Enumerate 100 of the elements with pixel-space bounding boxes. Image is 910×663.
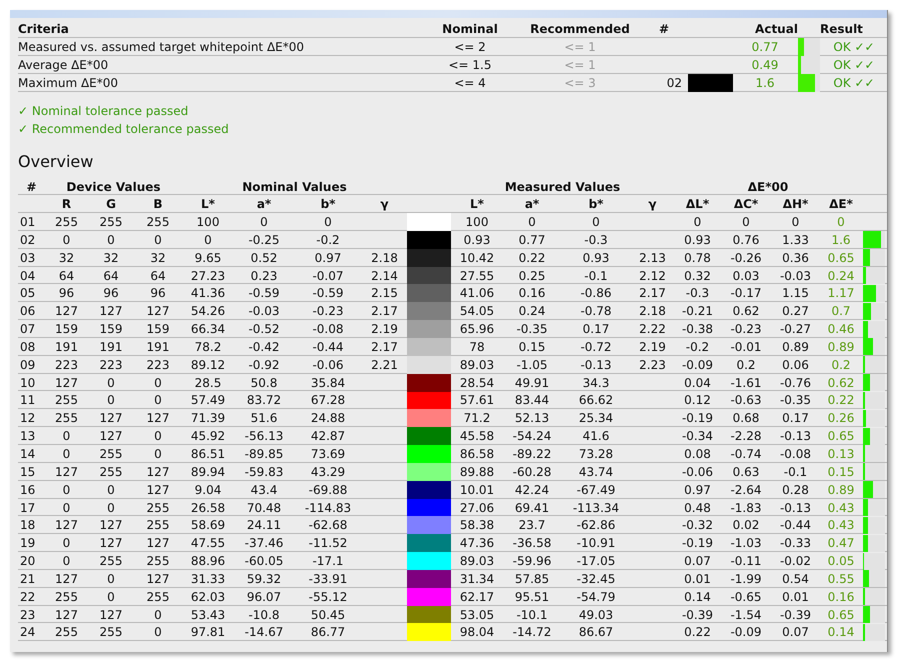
table-cell-text: 2.18 (638, 303, 667, 320)
table-cell-text: -0.03 (247, 303, 281, 320)
table-cell-text: 52.13 (514, 410, 550, 428)
status-note: ✓ Recommended tolerance passed (18, 121, 230, 136)
table-cell-text: -36.58 (512, 535, 552, 552)
table-cell-text: 2.23 (638, 356, 667, 374)
table-cell-text: 2.19 (638, 338, 667, 356)
table-cell-text: 127 (146, 303, 170, 320)
table-cell-text: 89.12 (190, 356, 226, 374)
table-cell-text: 42.24 (514, 482, 550, 499)
table-cell-text: -0.23 (729, 321, 763, 338)
table-cell-text: 23 (19, 606, 36, 624)
table-cell-text: -0.59 (311, 285, 345, 302)
table-cell-text: -1.61 (729, 374, 763, 392)
table-cell-text: 0.15 (826, 464, 856, 481)
table-cell-text: -0.32 (680, 517, 714, 534)
table-cell-text: -0.1 (583, 268, 609, 285)
table-cell-text: 13 (19, 428, 36, 446)
table-cell-text: -0.2 (684, 338, 710, 356)
table-cell-text: -32.45 (576, 570, 616, 588)
table-cell-text: -0.63 (729, 392, 763, 410)
table-cell-text: 255 (54, 214, 79, 231)
table-cell-text: 09 (19, 356, 36, 374)
table-cell-text: 0 (62, 500, 72, 516)
table-cell-text: 05 (19, 285, 36, 302)
table-cell-text: 191 (146, 338, 170, 356)
table-cell-text: 127 (54, 374, 79, 392)
actual-value: 0.77 (750, 39, 780, 56)
table-cell-text: 41.06 (458, 285, 496, 302)
table-cell-text: 159 (98, 321, 124, 338)
table-cell-text: 78.2 (194, 338, 222, 356)
table-cell-text: 127 (146, 410, 170, 428)
table-cell-text: 57.85 (514, 570, 550, 588)
table-cell-text: 1.6 (830, 232, 852, 249)
table-cell-text: 0.97 (314, 250, 342, 267)
table-cell-text: -0.39 (778, 606, 812, 624)
table-cell-text: 86.67 (578, 624, 614, 642)
table-cell-text: 42.87 (310, 428, 346, 446)
table-cell-text: 19 (19, 535, 36, 552)
table-cell-text: -0.59 (247, 285, 281, 302)
table-cell-text: 49.91 (514, 374, 550, 392)
table-cell-text: 0.43 (826, 500, 856, 516)
table-cell-text: -59.83 (244, 464, 284, 481)
table-cell-text: -54.79 (576, 588, 616, 606)
column-header: Nominal (441, 21, 499, 38)
table-cell-text: -60.28 (512, 464, 552, 481)
recommended-value: <= 1 (563, 39, 597, 56)
table-cell-text: 0.14 (826, 624, 856, 642)
table-cell-text: 24.88 (310, 410, 346, 428)
table-cell-text: 0 (591, 214, 601, 231)
table-cell-text: 2.19 (370, 321, 399, 338)
table-cell-text: 88.96 (190, 553, 226, 570)
table-cell-text: -0.33 (778, 535, 812, 552)
table-cell-text: -0.13 (778, 500, 812, 516)
table-cell-text: 97.81 (190, 624, 226, 642)
column-header: γ (379, 196, 390, 213)
table-cell-text: 27.55 (458, 268, 496, 285)
table-cell-text: 0.77 (518, 232, 546, 249)
table-cell-text: 0.12 (683, 392, 712, 410)
table-cell-text: 62.17 (458, 588, 496, 606)
table-cell-text: 58.69 (190, 517, 226, 534)
table-cell-text: -113.34 (572, 500, 620, 516)
table-cell-text: -0.44 (778, 517, 812, 534)
table-cell-text: -2.28 (729, 428, 763, 446)
table-cell-text: 10 (19, 374, 36, 392)
table-cell-text: 83.72 (246, 392, 282, 410)
table-cell-text: 0.62 (826, 374, 856, 392)
table-cell-text: 50.45 (310, 606, 346, 624)
table-cell-text: 64 (149, 268, 167, 285)
table-cell-text: 2.18 (370, 250, 399, 267)
table-cell-text: -0.27 (778, 321, 812, 338)
table-cell-text: 0 (203, 232, 213, 249)
table-cell-text: 0.22 (518, 250, 546, 267)
table-cell-text: -62.86 (576, 517, 616, 534)
table-cell-text: -0.11 (729, 553, 763, 570)
table-cell-text: 2.13 (638, 250, 667, 267)
table-cell-text: 9.04 (194, 482, 222, 499)
table-cell-text: 191 (54, 338, 79, 356)
table-cell-text: 0.03 (732, 268, 760, 285)
table-cell-text: 57.49 (190, 392, 226, 410)
table-cell-text: -11.52 (308, 535, 348, 552)
table-cell-text: 0.26 (826, 410, 856, 428)
table-cell-text: -33.91 (308, 570, 348, 588)
table-cell-text: 0.24 (518, 303, 546, 320)
table-cell-text: 98.04 (458, 624, 496, 642)
result-value: OK ✓✓ (832, 75, 876, 92)
table-cell-text: 86.77 (310, 624, 346, 642)
table-cell-text: 58.38 (458, 517, 496, 534)
table-cell-text: 43.4 (250, 482, 278, 499)
table-cell-text: 0.43 (826, 517, 856, 534)
table-cell-text: 65.96 (458, 321, 496, 338)
table-cell-text: -1.99 (729, 570, 763, 588)
table-cell-text: -0.35 (515, 321, 549, 338)
table-cell-text: 255 (98, 553, 124, 570)
table-cell-text: 127 (54, 606, 79, 624)
table-cell-text: 9.65 (194, 250, 222, 267)
table-cell-text: 69.41 (514, 500, 550, 516)
table-cell-text: 0.08 (683, 446, 712, 463)
table-cell-text: 100 (464, 214, 490, 231)
table-cell-text: 73.69 (310, 446, 346, 463)
